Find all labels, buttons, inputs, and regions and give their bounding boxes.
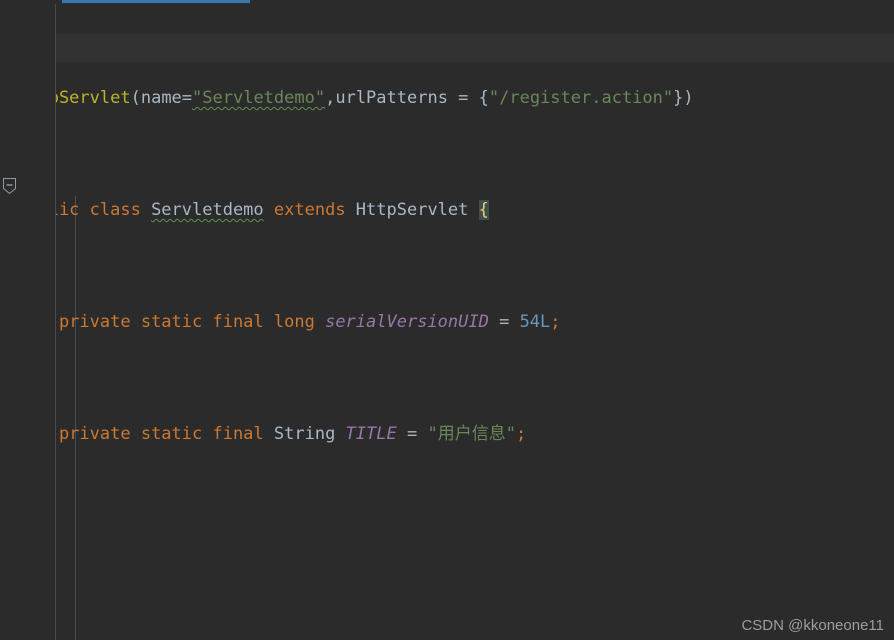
code-editor[interactable]: @WebServlet(name="Servletdemo",urlPatter… bbox=[0, 0, 894, 640]
code-fold-collapse-icon[interactable] bbox=[2, 178, 17, 195]
code-line-1[interactable]: @WebServlet(name="Servletdemo",urlPatter… bbox=[0, 84, 894, 112]
code-line-5[interactable] bbox=[0, 532, 894, 560]
code-line-3[interactable]: private static final long serialVersionU… bbox=[0, 308, 894, 336]
code-content[interactable]: @WebServlet(name="Servletdemo",urlPatter… bbox=[0, 0, 894, 640]
code-line-2[interactable]: public class Servletdemo extends HttpSer… bbox=[0, 196, 894, 224]
gutter-divider bbox=[55, 0, 56, 640]
editor-tab-strip bbox=[0, 0, 894, 4]
editor-gutter[interactable] bbox=[0, 0, 56, 640]
csdn-watermark: CSDN @kkoneone11 bbox=[741, 617, 884, 634]
code-line-4[interactable]: private static final String TITLE = "用户信… bbox=[0, 420, 894, 448]
active-tab-underline bbox=[62, 0, 250, 3]
